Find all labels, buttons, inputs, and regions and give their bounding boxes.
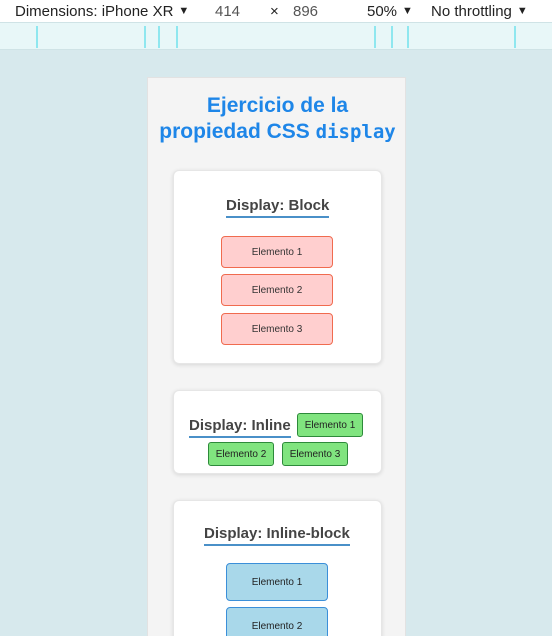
inline-element-3: Elemento 3 <box>282 442 348 466</box>
ruler-marker[interactable] <box>514 26 516 48</box>
inline-card: Display: Inline Elemento 1 Elemento 2 El… <box>173 390 382 474</box>
device-select[interactable]: Dimensions: iPhone XR ▼ <box>15 0 189 22</box>
title-line-1: Ejercicio de la <box>206 94 349 117</box>
zoom-select[interactable]: 50% ▼ <box>367 0 413 22</box>
inline-block-element-1: Elemento 1 <box>226 563 328 601</box>
height-input[interactable]: 896 <box>293 0 318 22</box>
caret-down-icon: ▼ <box>178 5 190 17</box>
block-card: Display: Block Elemento 1 Elemento 2 Ele… <box>173 170 382 364</box>
caret-down-icon: ▼ <box>516 5 528 17</box>
ruler-marker[interactable] <box>144 26 146 48</box>
inline-element-2: Elemento 2 <box>208 442 274 466</box>
title-line-2: propiedad CSS <box>159 120 310 143</box>
width-input[interactable]: 414 <box>215 0 240 22</box>
ruler-marker[interactable] <box>374 26 376 48</box>
caret-down-icon: ▼ <box>402 5 413 17</box>
ruler-marker[interactable] <box>158 26 160 48</box>
ruler-marker[interactable] <box>176 26 178 48</box>
block-element-2: Elemento 2 <box>221 274 333 306</box>
title-code: display <box>315 121 396 143</box>
zoom-label: 50% <box>367 2 398 20</box>
media-query-ruler[interactable] <box>0 22 552 50</box>
inline-card-title: Display: Inline <box>189 417 291 438</box>
device-label: Dimensions: iPhone XR <box>15 2 174 20</box>
ruler-marker[interactable] <box>407 26 409 48</box>
device-toolbar: Dimensions: iPhone XR ▼ 414 × 896 50% ▼ … <box>0 0 552 22</box>
block-element-3: Elemento 3 <box>221 313 333 345</box>
inline-element-1: Elemento 1 <box>297 413 363 437</box>
page-title: Ejercicio de la propiedad CSS display <box>148 93 407 145</box>
ruler-marker[interactable] <box>36 26 38 48</box>
ruler-marker[interactable] <box>391 26 393 48</box>
inline-block-element-2: Elemento 2 <box>226 607 328 636</box>
block-element-1: Elemento 1 <box>221 236 333 268</box>
throttling-select[interactable]: No throttling ▼ <box>431 0 528 22</box>
inline-block-card-title: Display: Inline-block <box>204 525 350 546</box>
inline-block-card: Display: Inline-block Elemento 1 Element… <box>173 500 382 636</box>
throttling-label: No throttling <box>431 2 512 20</box>
device-viewport: Ejercicio de la propiedad CSS display Di… <box>147 77 406 636</box>
times-icon: × <box>270 2 279 20</box>
block-card-title: Display: Block <box>226 197 330 218</box>
